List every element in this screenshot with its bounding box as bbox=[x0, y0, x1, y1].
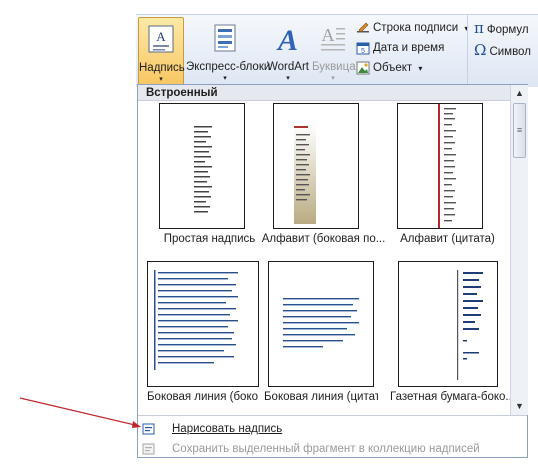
pointer-arrow-icon bbox=[19, 397, 141, 428]
